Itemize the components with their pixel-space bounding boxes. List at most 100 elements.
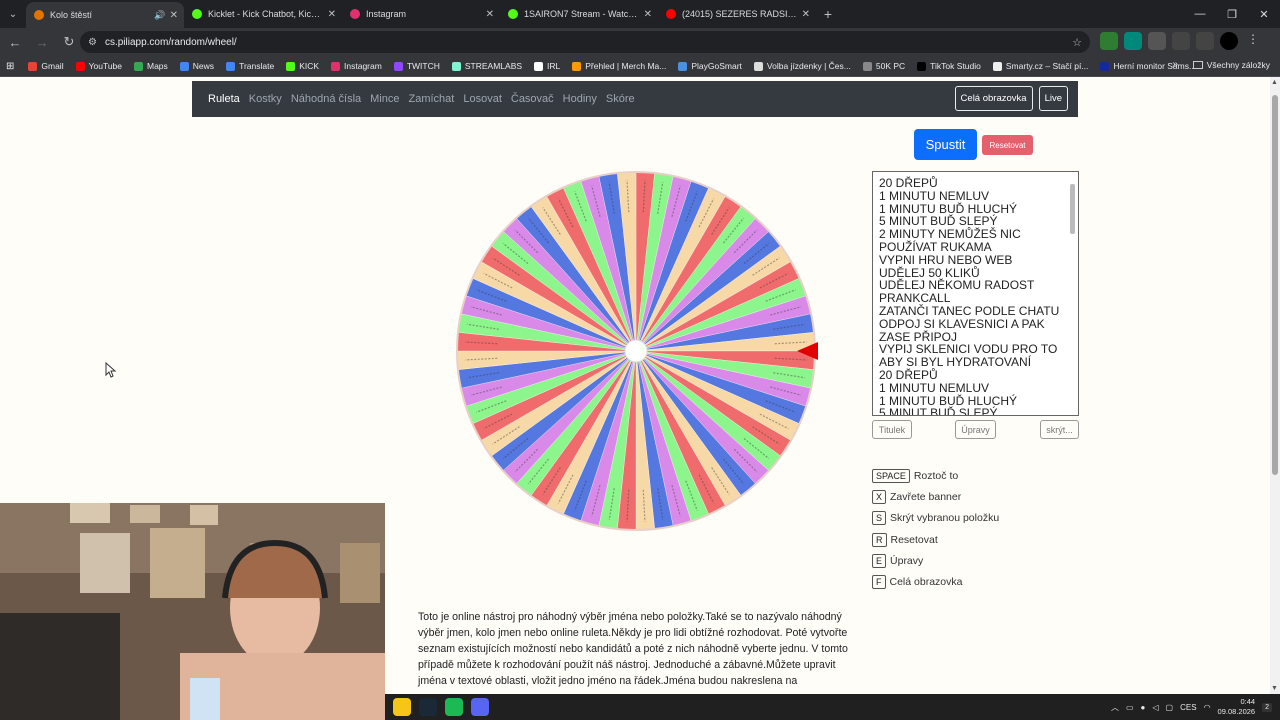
reload-button[interactable]: ↻ (57, 30, 81, 54)
bookmark-label: 50K PC (875, 61, 906, 71)
network-icon[interactable]: ▭ (1126, 703, 1134, 712)
textarea-scrollbar[interactable] (1069, 174, 1077, 413)
discord-icon[interactable] (471, 698, 489, 716)
site-info-icon[interactable]: ⚙ (88, 37, 97, 48)
fullscreen-button[interactable]: Celá obrazovka (954, 86, 1033, 111)
site-nav-link[interactable]: Kostky (249, 93, 282, 105)
language-indicator[interactable]: CES (1180, 703, 1196, 712)
site-nav-link[interactable]: Zamíchat (408, 93, 454, 105)
forward-button[interactable]: → (30, 30, 54, 54)
extension-icon[interactable] (1124, 32, 1142, 50)
page-scrollbar[interactable]: ▲ ▼ (1270, 77, 1280, 694)
shortcut-key: E (872, 553, 887, 568)
bookmark-item[interactable]: Přehled | Merch Ma... (572, 61, 666, 71)
bookmark-item[interactable]: Instagram (331, 61, 382, 71)
bookmark-item[interactable]: 50K PC (862, 61, 906, 71)
hide-button[interactable]: skrýt... (1040, 420, 1079, 439)
bookmark-star-icon[interactable]: ☆ (1072, 36, 1082, 49)
new-tab-button[interactable]: + (816, 6, 840, 22)
browser-tab[interactable]: Instagram ✕ (342, 0, 500, 28)
reset-button[interactable]: Resetovat (982, 135, 1033, 155)
extension-icon[interactable] (1148, 32, 1166, 50)
site-nav-link[interactable]: Ruleta (208, 93, 240, 105)
all-bookmarks-button[interactable]: Všechny záložky (1192, 60, 1270, 70)
bookmark-item[interactable]: Maps (134, 61, 168, 71)
site-nav-link[interactable]: Skóre (606, 93, 635, 105)
puzzle-icon[interactable] (1172, 32, 1190, 50)
bookmark-item[interactable]: Translate (226, 61, 274, 71)
tab-close-icon[interactable]: ✕ (802, 9, 810, 20)
bookmark-item[interactable]: TWITCH (393, 61, 440, 71)
wheel-options: Titulek Úpravy skrýt... (872, 420, 1079, 439)
wifi-icon[interactable]: ◠ (1204, 703, 1211, 712)
bookmark-item[interactable]: Herní monitor Sams... (1100, 61, 1196, 71)
tab-title: Kicklet - Kick Chatbot, Kick Widg... (208, 9, 324, 19)
steam-icon[interactable] (419, 698, 437, 716)
item-line: ZATANČI TANEC PODLE CHATU (879, 303, 1060, 318)
bookmark-label: KICK (299, 61, 320, 71)
bookmark-item[interactable]: Volba jízdenky | Čes... (753, 61, 851, 71)
bookmark-item[interactable]: STREAMLABS (451, 61, 522, 71)
bookmark-item[interactable]: PlayGoSmart (678, 61, 742, 71)
media-icon[interactable] (1196, 32, 1214, 50)
bookmark-favicon-icon (992, 61, 1002, 71)
extension-icon[interactable] (1100, 32, 1118, 50)
bookmark-favicon-icon (451, 61, 461, 71)
bookmark-item[interactable]: News (179, 61, 214, 71)
address-bar[interactable]: ⚙ cs.piliapp.com/random/wheel/ ☆ (80, 31, 1090, 53)
tab-close-icon[interactable]: ✕ (328, 9, 336, 20)
webcam-overlay (0, 503, 385, 720)
description-text: Toto je online nástroj pro náhodný výběr… (418, 611, 848, 687)
browser-tab[interactable]: (24015) SEZERES RADSI SYROVE ✕ (658, 0, 816, 28)
item-line: 1 MINUTU NEMLUV (879, 380, 990, 395)
spotify-icon[interactable] (445, 698, 463, 716)
site-nav-link[interactable]: Hodiny (563, 93, 597, 105)
tab-close-icon[interactable]: ✕ (644, 9, 652, 20)
spin-button[interactable]: Spustit (914, 129, 977, 160)
site-nav-link[interactable]: Náhodná čísla (291, 93, 361, 105)
profile-avatar[interactable] (1220, 32, 1238, 50)
bookmark-item[interactable]: KICK (286, 61, 319, 71)
chevron-up-icon[interactable]: ︿ (1111, 702, 1119, 713)
item-line: POUŽÍVAT RUKAMA (879, 239, 992, 254)
tab-search-button[interactable]: ⌄ (0, 0, 26, 28)
back-button[interactable]: ← (3, 30, 27, 54)
prize-wheel[interactable] (453, 170, 819, 536)
bookmark-label: Smarty.cz – Stačí pí... (1005, 61, 1089, 71)
tab-close-icon[interactable]: ✕ (486, 9, 494, 20)
apps-grid-icon[interactable]: ⊞ (6, 61, 14, 72)
close-window-button[interactable]: ✕ (1248, 0, 1280, 28)
tab-close-icon[interactable]: ✕ (170, 10, 178, 21)
bookmark-item[interactable]: TikTok Studio (917, 61, 981, 71)
notifications-badge[interactable]: 2 (1262, 702, 1272, 712)
items-textarea[interactable]: 20 DŘEPŮ 1 MINUTU NEMLUV 1 MINUTU BUĎ HLUC… (872, 171, 1079, 416)
bookmark-favicon-icon (862, 61, 872, 71)
site-nav-link[interactable]: Mince (370, 93, 399, 105)
browser-tab[interactable]: 1SAIRON7 Stream - Watch Live ✕ (500, 0, 658, 28)
title-button[interactable]: Titulek (872, 420, 912, 439)
bookmark-label: PlayGoSmart (691, 61, 742, 71)
shortcut-row: X Zavřete banner (872, 486, 999, 507)
bookmark-item[interactable]: Gmail (28, 61, 64, 71)
bookmark-item[interactable]: YouTube (75, 61, 122, 71)
item-line: 20 DŘEPŮ (879, 176, 938, 190)
browser-tab[interactable]: Kicklet - Kick Chatbot, Kick Widg... ✕ (184, 0, 342, 28)
menu-kebab-icon[interactable]: ⋮ (1244, 32, 1262, 50)
bookmarks-more-button[interactable]: » (1172, 59, 1178, 70)
browser-tab[interactable]: Kolo štěstí 🔊 ✕ (26, 2, 184, 28)
speaker-icon[interactable]: ◁ (1152, 703, 1158, 712)
microphone-icon[interactable]: ● (1141, 703, 1146, 712)
edit-button[interactable]: Úpravy (955, 420, 996, 439)
site-nav-link[interactable]: Losovat (463, 93, 502, 105)
bookmark-favicon-icon (1100, 61, 1110, 71)
bookmark-item[interactable]: Smarty.cz – Stačí pí... (992, 61, 1089, 71)
tab-audio-icon[interactable]: 🔊 (154, 10, 165, 21)
minimize-button[interactable]: — (1184, 0, 1216, 28)
monitor-icon[interactable]: ▢ (1166, 703, 1174, 712)
bookmark-item[interactable]: IRL (534, 61, 560, 71)
clock[interactable]: 0:44 09.08.2026 (1218, 697, 1256, 717)
restore-button[interactable]: ❐ (1216, 0, 1248, 28)
site-nav-link[interactable]: Časovač (511, 93, 554, 105)
live-button[interactable]: Live (1038, 86, 1068, 111)
file-explorer-icon[interactable] (393, 698, 411, 716)
